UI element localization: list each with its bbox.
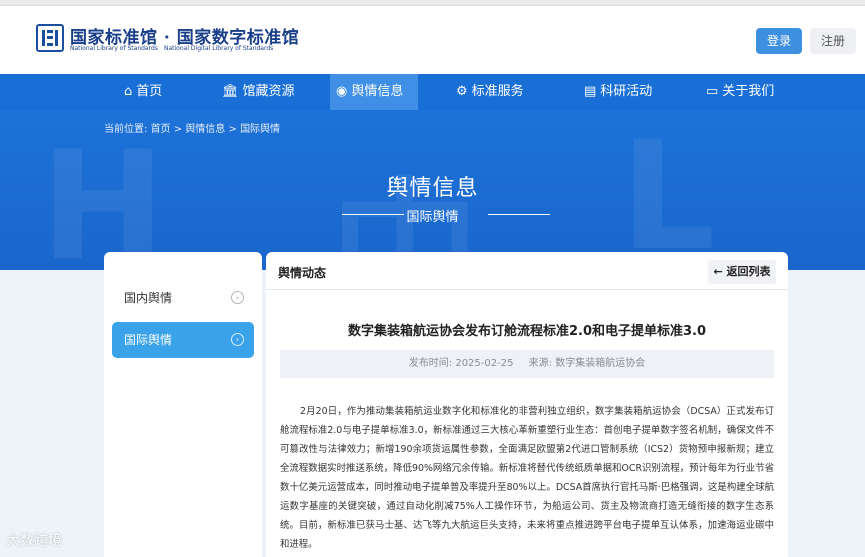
nav-label: 舆情信息 xyxy=(351,84,404,99)
message-icon: ▭ xyxy=(706,84,719,99)
publish-time: 发布时间: 2025-02-25 xyxy=(408,358,514,369)
nav-label: 标准服务 xyxy=(471,84,524,99)
main-nav: ⌂ 首页 🏛 馆藏资源 ◉ 舆情信息 ⚙ 标准服务 ▤ 科研活动 ▭ 关于我们 xyxy=(0,74,865,110)
sidebar: 国内舆情 › 国际舆情 › xyxy=(104,252,262,557)
banner-title: 舆情信息 xyxy=(386,176,479,201)
server-icon: ▤ xyxy=(584,84,597,99)
section-title: 舆情动态 xyxy=(278,266,327,280)
logo-icon[interactable] xyxy=(36,24,64,52)
nav-label: 科研活动 xyxy=(600,84,653,99)
library-icon: 🏛 xyxy=(222,84,239,99)
page-banner: H 中 L 当前位置: 首页 > 舆情信息 > 国际舆情 舆情信息 国际舆情 xyxy=(0,110,865,270)
breadcrumb-current: 国际舆情 xyxy=(240,124,281,135)
article-title: 数字集装箱航运协会发布订舱流程标准2.0和电子提单标准3.0 xyxy=(347,324,707,339)
register-button[interactable]: 注册 xyxy=(810,28,856,54)
article-meta: 发布时间: 2025-02-25 来源: 数字集装箱航运协会 xyxy=(280,350,774,378)
nav-label: 馆藏资源 xyxy=(242,84,295,99)
sidebar-item-domestic[interactable]: 国内舆情 › xyxy=(112,280,254,316)
watermark: 大数跨境 xyxy=(6,533,62,549)
logo-subtitle-right: National Digital Library of Standards xyxy=(164,45,274,52)
breadcrumb: 当前位置: 首页 > 舆情信息 > 国际舆情 xyxy=(104,124,281,135)
banner-divider-right xyxy=(488,214,550,215)
back-label: 返回列表 xyxy=(726,265,771,278)
nav-label: 首页 xyxy=(136,84,163,99)
gear-icon: ⚙ xyxy=(456,84,468,99)
article-panel: 舆情动态 ← 返回列表 数字集装箱航运协会发布订舱流程标准2.0和电子提单标准3… xyxy=(266,252,788,557)
article-body: 2月20日，作为推动集装箱航运业数字化和标准化的非营利独立组织，数字集装箱航运协… xyxy=(280,406,774,550)
breadcrumb-link-home[interactable]: 首页 xyxy=(151,124,171,135)
nav-item-research[interactable]: ▤ 科研活动 xyxy=(584,74,668,110)
sidebar-item-label: 国内舆情 xyxy=(124,291,173,305)
panel-header: 舆情动态 ← 返回列表 xyxy=(266,252,788,290)
article-source: 来源: 数字集装箱航运协会 xyxy=(528,358,646,369)
nav-item-public-opinion[interactable]: ◉ 舆情信息 xyxy=(330,74,418,110)
sidebar-item-international[interactable]: 国际舆情 › xyxy=(112,322,254,358)
chevron-right-icon: › xyxy=(231,333,244,346)
sidebar-item-label: 国际舆情 xyxy=(124,333,173,347)
nav-item-about[interactable]: ▭ 关于我们 xyxy=(706,74,790,110)
chevron-right-icon: › xyxy=(231,291,244,304)
nav-label: 关于我们 xyxy=(722,84,775,99)
breadcrumb-prefix: 当前位置: xyxy=(104,124,148,135)
arrow-left-icon: ← xyxy=(713,265,723,278)
nav-item-collections[interactable]: 🏛 馆藏资源 xyxy=(222,74,312,110)
home-icon: ⌂ xyxy=(124,84,133,99)
breadcrumb-link-public-opinion[interactable]: 舆情信息 xyxy=(185,124,225,135)
back-to-list-button[interactable]: ← 返回列表 xyxy=(708,260,776,284)
logo-subtitle-left: National Library of Standards xyxy=(70,45,158,52)
site-header: 国家标准馆 · 国家数字标准馆 National Library of Stan… xyxy=(0,6,865,74)
nav-item-standard-services[interactable]: ⚙ 标准服务 xyxy=(456,74,540,110)
nav-item-home[interactable]: ⌂ 首页 xyxy=(124,74,184,110)
login-button[interactable]: 登录 xyxy=(756,28,802,54)
broadcast-icon: ◉ xyxy=(336,84,348,99)
banner-subtitle: 国际舆情 xyxy=(406,210,459,225)
